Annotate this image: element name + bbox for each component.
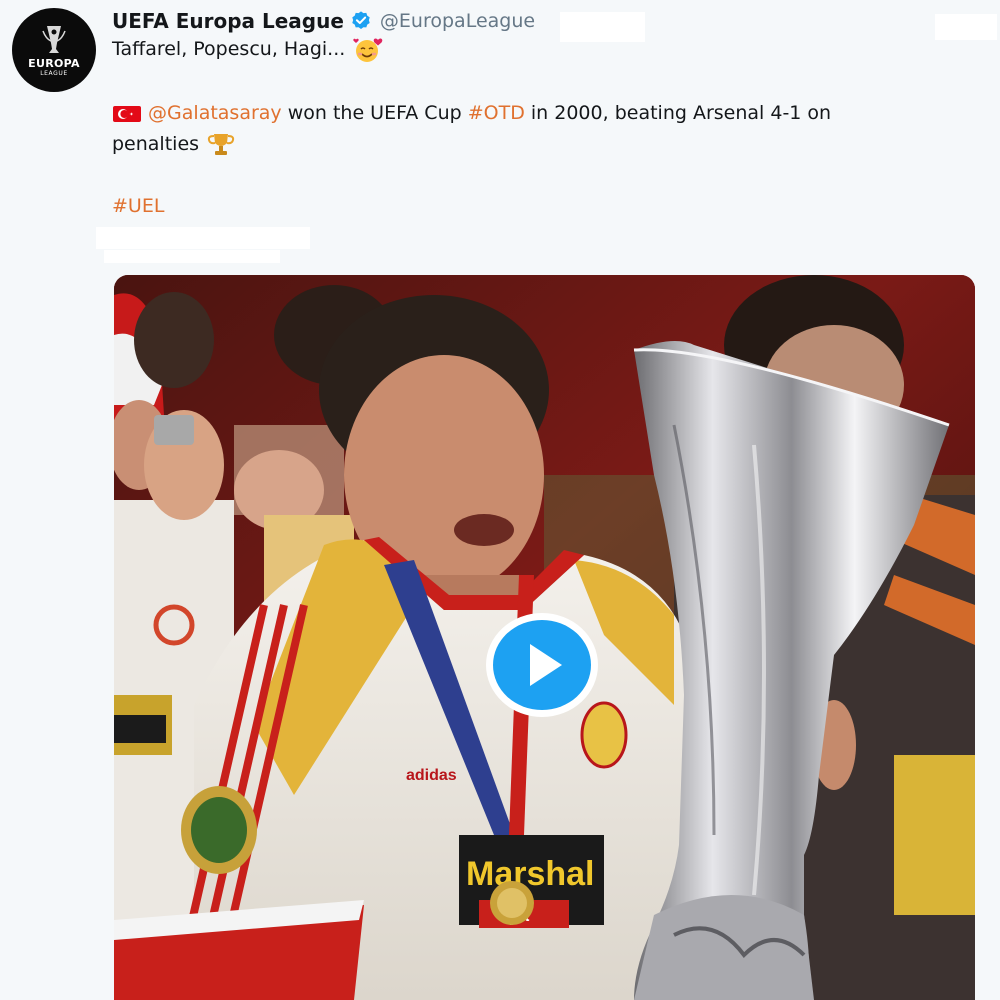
- avatar-logo-subtext: LEAGUE: [40, 70, 68, 77]
- trophy-icon: [207, 133, 235, 155]
- hashtag-link[interactable]: #UEL: [112, 195, 164, 217]
- user-handle[interactable]: @EuropaLeague: [380, 10, 535, 32]
- redacted-area: [104, 250, 280, 263]
- europa-league-cup-icon: [42, 26, 66, 53]
- smiling-face-with-hearts-icon: [353, 38, 383, 62]
- tweet-text: won the UEFA Cup: [281, 102, 468, 124]
- adidas-logo-text: adidas: [406, 767, 457, 784]
- hashtag-link[interactable]: #OTD: [468, 102, 525, 124]
- tweet-text: Taffarel, Popescu, Hagi...: [112, 38, 346, 60]
- avatar[interactable]: EUROPA LEAGUE: [12, 8, 96, 92]
- redacted-area: [560, 12, 645, 42]
- verified-badge-icon: [352, 11, 370, 29]
- redacted-area: [935, 14, 997, 40]
- tweet-header: UEFA Europa League @EuropaLeague: [112, 6, 535, 36]
- tweet-text-line-3: penalties: [112, 129, 237, 159]
- tweet-text-line-1: Taffarel, Popescu, Hagi...: [112, 34, 385, 64]
- display-name[interactable]: UEFA Europa League: [112, 9, 344, 33]
- video-media[interactable]: Marshal ya adidas: [114, 275, 975, 1000]
- tweet: EUROPA LEAGUE UEFA Europa League @Europa…: [0, 0, 1000, 1000]
- turkey-flag-icon: [113, 105, 141, 122]
- play-icon[interactable]: [486, 613, 598, 717]
- shirt-sponsor-text: Marshal: [466, 855, 595, 893]
- avatar-logo-text: EUROPA: [28, 57, 80, 70]
- mention-link[interactable]: @Galatasaray: [148, 102, 282, 124]
- tweet-text: penalties: [112, 133, 200, 155]
- tweet-text-line-4: #UEL: [112, 191, 164, 221]
- redacted-area: [96, 227, 310, 249]
- tweet-text: in 2000, beating Arsenal 4-1 on: [524, 102, 832, 124]
- tweet-text-line-2: @Galatasaray won the UEFA Cup #OTD in 20…: [112, 98, 831, 128]
